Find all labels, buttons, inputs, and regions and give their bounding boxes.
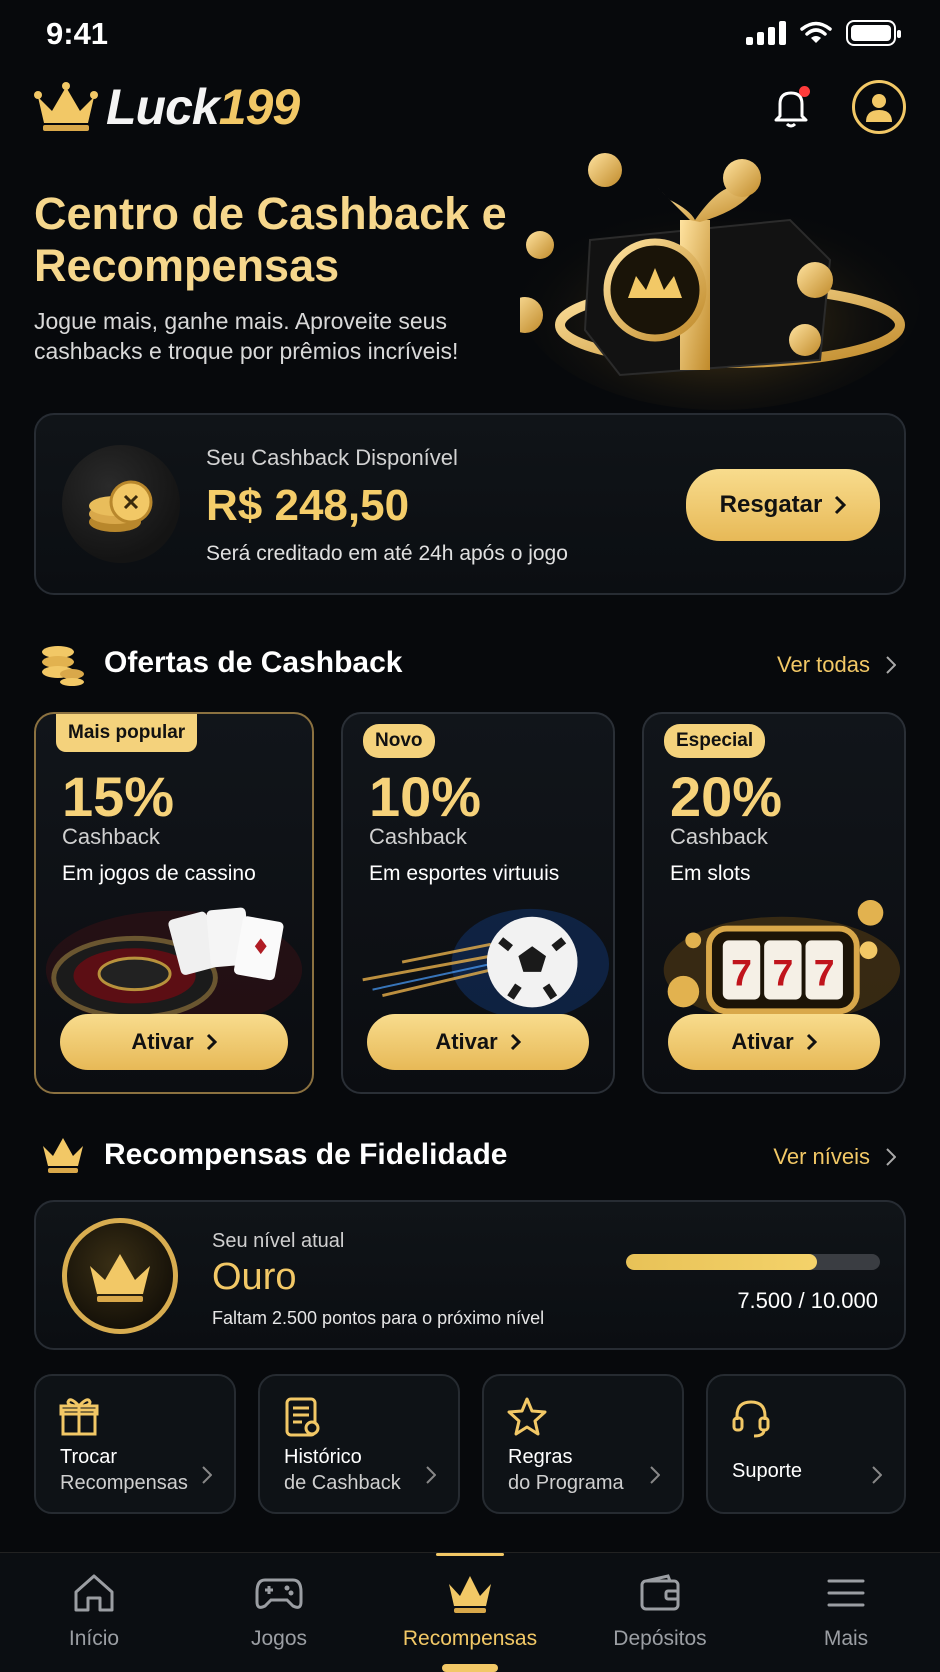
activate-button[interactable]: Ativar: [668, 1014, 880, 1070]
cashback-label: Seu Cashback Disponível: [206, 445, 458, 470]
redeem-button[interactable]: Resgatar: [686, 469, 880, 541]
status-bar: 9:41: [0, 0, 940, 66]
level-name: Ouro: [212, 1256, 297, 1298]
crown-icon: [43, 1138, 83, 1173]
crown-icon: [376, 1569, 564, 1617]
tile-program-rules[interactable]: Regras do Programa: [482, 1374, 684, 1514]
tile-support[interactable]: Suporte: [706, 1374, 906, 1514]
chevron-right-icon: [510, 1033, 521, 1051]
receipt-icon: [285, 1397, 320, 1437]
nav-deposits[interactable]: Depósitos: [566, 1569, 754, 1651]
chevron-right-icon: [426, 1466, 436, 1484]
offers-section-header: Ofertas de Cashback Ver todas: [40, 640, 906, 688]
level-progress-text: 7.500 / 10.000: [737, 1288, 878, 1313]
home-icon: [0, 1569, 188, 1617]
star-icon: [507, 1397, 547, 1436]
offers-section-title: Ofertas de Cashback: [104, 646, 403, 679]
chevron-right-icon: [886, 1148, 896, 1166]
user-icon: [866, 94, 892, 122]
level-label: Seu nível atual: [212, 1230, 345, 1252]
loyalty-section-header: Recompensas de Fidelidade Ver níveis: [40, 1132, 906, 1180]
offer-badge: Novo: [363, 724, 435, 758]
status-time: 9:41: [46, 16, 109, 51]
menu-icon: [752, 1569, 940, 1617]
offer-percent: 15%: [62, 765, 175, 828]
hero-title: Centro de Cashback e Recompensas: [34, 188, 507, 291]
offer-badge: Especial: [664, 724, 766, 758]
wallet-icon: [566, 1569, 754, 1617]
level-progress-fill: [626, 1254, 817, 1270]
offer-description: Em esportes virtuuis: [369, 862, 560, 885]
profile-button[interactable]: [852, 80, 906, 134]
chevron-right-icon: [872, 1466, 882, 1484]
brand-name: Luck199: [106, 79, 300, 135]
offer-label: Cashback: [670, 824, 768, 849]
bottom-navigation: Início Jogos Recompensas Depósitos Mais: [0, 1552, 940, 1672]
app-header: Luck199: [34, 74, 906, 140]
offer-description: Em slots: [670, 862, 751, 885]
loyalty-section-title: Recompensas de Fidelidade: [104, 1138, 508, 1171]
level-progress-bar: [626, 1254, 880, 1270]
chevron-right-icon: [886, 656, 896, 674]
tile-cashback-history[interactable]: Histórico de Cashback: [258, 1374, 460, 1514]
nav-games[interactable]: Jogos: [185, 1569, 373, 1651]
hero-subtitle: Jogue mais, ganhe mais. Aproveite seus c…: [34, 308, 459, 364]
offer-description: Em jogos de cassino: [62, 862, 256, 885]
cashback-note: Será creditado em até 24h após o jogo: [206, 542, 568, 565]
home-indicator: [442, 1664, 498, 1672]
activate-button[interactable]: Ativar: [60, 1014, 288, 1070]
crown-logo-icon: [34, 82, 98, 131]
offer-card-slots[interactable]: Especial 20% Cashback Em slots 7 7 7 Ati…: [642, 712, 906, 1094]
loyalty-level-card: Seu nível atual Ouro Faltam 2.500 pontos…: [34, 1200, 906, 1350]
battery-icon: [846, 20, 901, 46]
wifi-icon: [800, 21, 832, 43]
chevron-right-icon: [806, 1033, 817, 1051]
soccer-ball-illustration: [362, 908, 610, 1020]
offer-label: Cashback: [369, 824, 467, 849]
gift-icon: [59, 1398, 99, 1436]
nav-home[interactable]: Início: [0, 1569, 188, 1651]
nav-more[interactable]: Mais: [752, 1569, 940, 1651]
chevron-right-icon: [835, 495, 847, 515]
see-levels-link[interactable]: Ver níveis: [773, 1144, 896, 1170]
cashback-balance-card: Seu Cashback Disponível R$ 248,50 Será c…: [34, 413, 906, 595]
brand-logo[interactable]: Luck199: [34, 78, 300, 136]
nav-rewards[interactable]: Recompensas: [376, 1569, 564, 1651]
roulette-cards-illustration: [45, 907, 303, 1028]
signal-icon: [746, 21, 786, 45]
coins-icon: [62, 445, 180, 563]
active-tab-indicator: [436, 1553, 504, 1556]
notifications-button[interactable]: [768, 84, 814, 130]
offer-badge: Mais popular: [56, 714, 198, 752]
offer-card-virtual-sports[interactable]: Novo 10% Cashback Em esportes virtuuis A…: [341, 712, 615, 1094]
chevron-right-icon: [650, 1466, 660, 1484]
tile-redeem-rewards[interactable]: Trocar Recompensas: [34, 1374, 236, 1514]
offer-percent: 10%: [369, 765, 482, 828]
see-all-offers-link[interactable]: Ver todas: [777, 652, 896, 678]
slot-machine-illustration: 7 7 7: [663, 900, 901, 1024]
chevron-right-icon: [202, 1466, 212, 1484]
offer-label: Cashback: [62, 824, 160, 849]
redeem-button-label: Resgatar: [719, 491, 823, 518]
headset-icon: [732, 1400, 770, 1438]
coin-stack-icon: [42, 646, 84, 686]
svg-text:7: 7: [731, 952, 752, 994]
level-points-note: Faltam 2.500 pontos para o próximo nível: [212, 1308, 545, 1328]
gift-box-illustration: [520, 153, 920, 410]
activate-button[interactable]: Ativar: [367, 1014, 589, 1070]
svg-text:7: 7: [814, 952, 835, 994]
chevron-right-icon: [206, 1033, 217, 1051]
notification-dot: [799, 86, 810, 97]
gold-level-medal-icon: [62, 1218, 178, 1334]
offer-card-casino[interactable]: Mais popular 15% Cashback Em jogos de ca…: [34, 712, 314, 1094]
offer-percent: 20%: [670, 765, 783, 828]
svg-text:7: 7: [772, 952, 793, 994]
cashback-amount: R$ 248,50: [206, 481, 410, 530]
gamepad-icon: [185, 1569, 373, 1617]
